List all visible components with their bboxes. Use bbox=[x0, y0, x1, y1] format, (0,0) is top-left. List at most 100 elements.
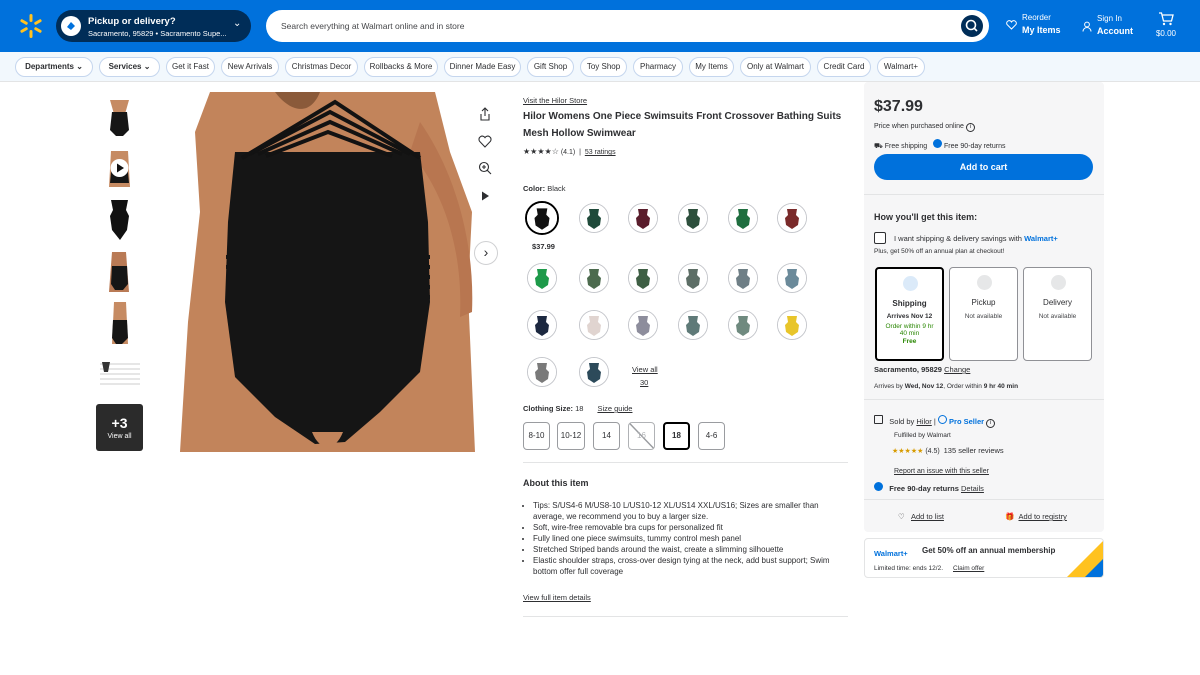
returns-details-link[interactable]: Details bbox=[961, 484, 984, 493]
add-to-cart-button[interactable]: Add to cart bbox=[874, 154, 1093, 180]
product-main-image[interactable] bbox=[180, 92, 475, 452]
add-to-registry-button[interactable]: 🎁 Add to registry bbox=[1005, 512, 1067, 521]
nav-departments[interactable]: Departments ⌄ bbox=[15, 57, 93, 77]
product-thumb-image bbox=[96, 145, 143, 192]
size-option-8-10[interactable]: 8-10 bbox=[523, 422, 550, 450]
view-all-colors-count[interactable]: 30 bbox=[640, 378, 648, 387]
size-option-14[interactable]: 14 bbox=[593, 422, 620, 450]
rating-value: (4.1) bbox=[560, 149, 576, 156]
about-title: About this item bbox=[523, 478, 589, 488]
color-swatch[interactable] bbox=[678, 203, 708, 233]
size-option-16-unavailable[interactable]: 16 bbox=[628, 422, 655, 450]
nav-services-label: Services bbox=[108, 62, 142, 71]
size-option-18-selected[interactable]: 18 bbox=[663, 422, 690, 450]
info-icon[interactable]: i bbox=[965, 123, 975, 132]
info-icon[interactable]: i bbox=[986, 419, 996, 428]
walmart-plus-logo: Walmart+ bbox=[874, 549, 908, 558]
user-icon bbox=[1082, 21, 1092, 32]
report-seller-link[interactable]: Report an issue with this seller bbox=[894, 468, 989, 475]
play-video-button[interactable] bbox=[474, 187, 496, 209]
color-swatch[interactable] bbox=[728, 310, 758, 340]
color-swatch[interactable] bbox=[527, 357, 557, 387]
color-swatch[interactable] bbox=[579, 203, 609, 233]
nav-my-items[interactable]: My Items bbox=[689, 57, 734, 77]
color-swatch[interactable] bbox=[527, 310, 557, 340]
gallery-thumb[interactable] bbox=[96, 196, 143, 243]
next-image-button[interactable]: › bbox=[474, 241, 498, 265]
color-swatch[interactable] bbox=[527, 263, 557, 293]
nav-credit-card[interactable]: Credit Card bbox=[817, 57, 871, 77]
fulfillment-shipping-card[interactable]: Shipping Arrives Nov 12 Order within 9 h… bbox=[875, 267, 944, 361]
reorder-button[interactable]: Reorder My Items bbox=[1006, 13, 1061, 35]
color-swatch[interactable] bbox=[777, 310, 807, 340]
gift-icon: 🎁 bbox=[1005, 512, 1015, 521]
claim-offer-link[interactable]: Claim offer bbox=[953, 565, 984, 572]
color-swatch[interactable] bbox=[777, 263, 807, 293]
pickup-delivery-selector[interactable]: Pickup or delivery? Sacramento, 95829 • … bbox=[56, 10, 251, 42]
nav-dinner-made-easy[interactable]: Dinner Made Easy bbox=[444, 57, 521, 77]
ratings-link[interactable]: 53 ratings bbox=[585, 149, 616, 156]
nav-toy-shop[interactable]: Toy Shop bbox=[580, 57, 627, 77]
view-full-details-link[interactable]: View full item details bbox=[523, 593, 591, 602]
nav-pharmacy[interactable]: Pharmacy bbox=[633, 57, 683, 77]
size-option-4-6[interactable]: 4-6 bbox=[698, 422, 725, 450]
store-link[interactable]: Visit the Hilor Store bbox=[523, 96, 587, 105]
walmart-spark-logo[interactable] bbox=[18, 13, 44, 39]
about-bullet: Fully lined one piece swimsuits, tummy c… bbox=[533, 533, 842, 544]
color-swatch[interactable] bbox=[579, 310, 609, 340]
view-all-colors-link[interactable]: View all bbox=[632, 365, 658, 374]
share-button[interactable] bbox=[474, 106, 496, 128]
savings-checkbox[interactable] bbox=[874, 232, 886, 244]
nav-only-at-walmart[interactable]: Only at Walmart bbox=[740, 57, 811, 77]
gallery-thumb[interactable] bbox=[96, 300, 143, 347]
nav-rollbacks[interactable]: Rollbacks & More bbox=[364, 57, 438, 77]
store-icon bbox=[874, 415, 883, 424]
search-icon bbox=[965, 19, 978, 32]
nav-gift-shop[interactable]: Gift Shop bbox=[527, 57, 574, 77]
fulfillment-delivery-card[interactable]: Delivery Not available bbox=[1023, 267, 1092, 361]
share-icon bbox=[480, 107, 490, 121]
color-swatch[interactable] bbox=[628, 263, 658, 293]
color-swatch-selected[interactable] bbox=[525, 201, 559, 235]
search-button[interactable] bbox=[961, 15, 983, 37]
color-swatch[interactable] bbox=[728, 263, 758, 293]
rating-separator: | bbox=[579, 149, 581, 156]
size-option-10-12[interactable]: 10-12 bbox=[557, 422, 585, 450]
color-swatch[interactable] bbox=[678, 310, 708, 340]
account-button[interactable]: Sign In Account bbox=[1082, 14, 1133, 36]
nav-get-it-fast[interactable]: Get it Fast bbox=[166, 57, 215, 77]
favorite-button[interactable] bbox=[474, 133, 496, 155]
fulfillment-pickup-card[interactable]: Pickup Not available bbox=[949, 267, 1018, 361]
nav-new-arrivals[interactable]: New Arrivals bbox=[221, 57, 279, 77]
gallery-thumb-size-chart[interactable] bbox=[96, 352, 143, 399]
gallery-thumb-video[interactable] bbox=[96, 145, 143, 192]
product-thumb-image bbox=[96, 92, 143, 139]
color-swatch[interactable] bbox=[628, 203, 658, 233]
chevron-down-icon: ⌄ bbox=[143, 62, 151, 71]
add-to-list-button[interactable]: ♡ Add to list bbox=[898, 512, 944, 521]
nav-christmas-decor[interactable]: Christmas Decor bbox=[285, 57, 358, 77]
color-swatch[interactable] bbox=[579, 357, 609, 387]
color-swatch[interactable] bbox=[777, 203, 807, 233]
gallery-view-all[interactable]: +3 View all bbox=[96, 404, 143, 451]
size-guide-link[interactable]: Size guide bbox=[597, 404, 632, 413]
zoom-button[interactable] bbox=[474, 160, 496, 182]
nav-walmart-plus[interactable]: Walmart+ bbox=[877, 57, 925, 77]
returns-row: Free 90-day returns Details bbox=[874, 482, 984, 493]
nav-services[interactable]: Services ⌄ bbox=[99, 57, 160, 77]
gallery-thumb[interactable] bbox=[96, 92, 143, 139]
color-swatch[interactable] bbox=[678, 263, 708, 293]
color-swatch[interactable] bbox=[728, 203, 758, 233]
cart-button[interactable]: $0.00 bbox=[1155, 12, 1177, 38]
color-swatch[interactable] bbox=[579, 263, 609, 293]
add-to-list-label: Add to list bbox=[911, 512, 944, 521]
about-bullet: Tips: S/US4-6 M/US8-10 L/US10-12 XL/US14… bbox=[533, 500, 842, 522]
search-bar[interactable]: Search everything at Walmart online and … bbox=[266, 10, 989, 42]
color-swatch[interactable] bbox=[628, 310, 658, 340]
search-input[interactable]: Search everything at Walmart online and … bbox=[281, 21, 881, 31]
seller-link[interactable]: Hilor bbox=[916, 417, 931, 426]
gallery-thumb[interactable] bbox=[96, 248, 143, 295]
pickup-title: Pickup bbox=[971, 298, 996, 307]
arrives-row: Arrives by Wed, Nov 12, Order within 9 h… bbox=[874, 383, 1019, 390]
change-location-link[interactable]: Change bbox=[944, 365, 970, 374]
